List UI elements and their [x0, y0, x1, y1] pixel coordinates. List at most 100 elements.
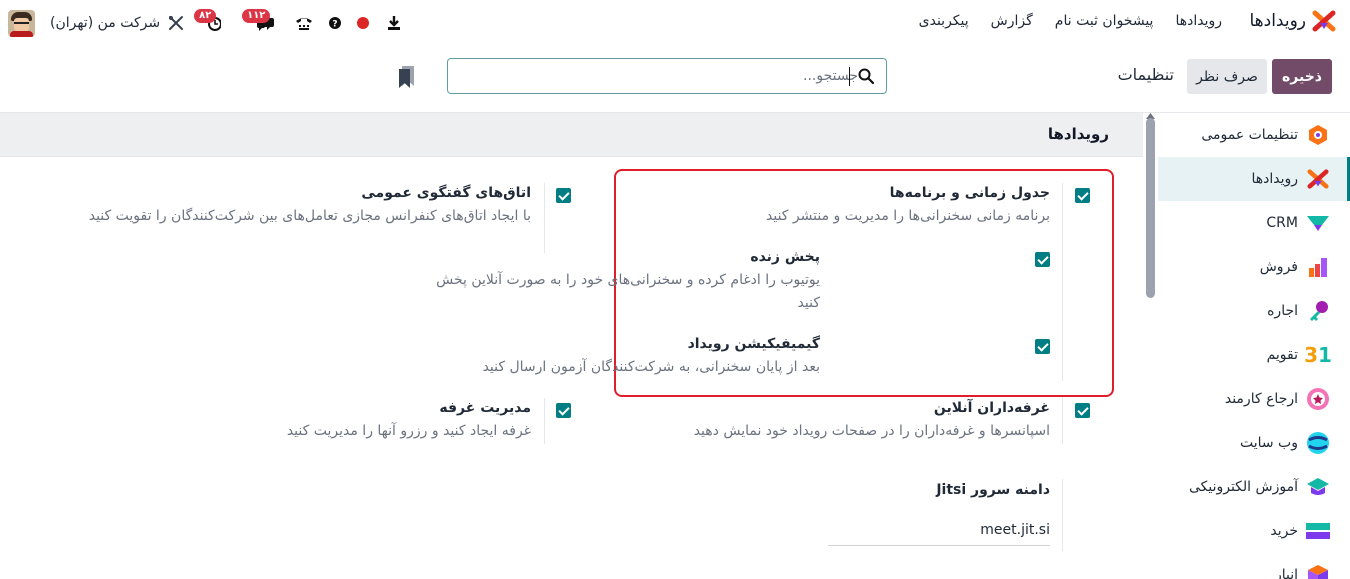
menu-item-registration-desk[interactable]: پیشخوان ثبت نام [1055, 13, 1154, 29]
favorites-bookmark-icon[interactable] [398, 66, 416, 88]
website-icon [1306, 431, 1330, 455]
text-caret [849, 67, 850, 86]
exhibitors-description: اسپانسرها و غرفه‌داران را در صفحات رویدا… [693, 423, 1050, 439]
user-avatar[interactable] [8, 9, 35, 37]
sales-icon [1306, 255, 1330, 279]
purchase-icon [1306, 519, 1330, 543]
sidebar-item-crm[interactable]: CRM [1158, 201, 1350, 245]
chat-rooms-title: اتاق‌های گفتگوی عمومی [361, 185, 531, 201]
jitsi-server-label: دامنه سرور Jitsi [936, 482, 1050, 498]
sidebar-item-label: فروش [1259, 259, 1298, 275]
scrollbar-thumb[interactable] [1146, 118, 1155, 298]
main-menu: رویدادها پیشخوان ثبت نام گزارش پیکربندی [919, 13, 1222, 29]
sidebar-item-label: انبار [1274, 567, 1298, 579]
recording-dot-icon[interactable] [356, 16, 370, 30]
app-brand[interactable]: رویدادها [1249, 9, 1336, 33]
booth-management-description: غرفه ایجاد کنید و رزرو آنها را مدیریت کن… [286, 423, 531, 439]
search-input[interactable] [488, 65, 858, 87]
menu-item-events[interactable]: رویدادها [1175, 13, 1222, 29]
sidebar-item-website[interactable]: وب سایت [1158, 421, 1350, 465]
setting-chat-rooms: اتاق‌های گفتگوی عمومی با ایجاد اتاق‌های … [71, 183, 531, 228]
schedule-title: جدول زمانی و برنامه‌ها [889, 185, 1050, 201]
elearning-icon [1306, 475, 1330, 499]
jitsi-server-input[interactable]: meet.jit.si [980, 522, 1050, 538]
calendar-icon: 31 [1304, 343, 1332, 367]
help-icon[interactable]: ? [328, 16, 342, 30]
sidebar-item-label: رویدادها [1251, 171, 1298, 187]
crm-icon [1306, 211, 1330, 235]
system-tray: شرکت من (تهران) ۸۲ ۱۱۲ ? [6, 8, 402, 38]
booth-management-checkbox[interactable] [556, 403, 571, 418]
sidebar-item-purchase[interactable]: خرید [1158, 509, 1350, 553]
live-broadcast-checkbox[interactable] [1035, 252, 1050, 267]
section-title: رویدادها [1047, 125, 1109, 143]
section-header: رویدادها [0, 113, 1143, 157]
general-settings-icon [1306, 123, 1330, 147]
events-app-icon [1312, 10, 1336, 32]
sidebar-item-inventory[interactable]: انبار [1158, 553, 1350, 579]
sidebar-item-label: خرید [1270, 523, 1298, 539]
gamification-checkbox[interactable] [1035, 339, 1050, 354]
booth-management-title: مدیریت غرفه [439, 400, 531, 416]
activity-badge: ۸۲ [194, 9, 217, 23]
sidebar-item-sales[interactable]: فروش [1158, 245, 1350, 289]
settings-content: رویدادها جدول زمانی و برنامه‌ها برنامه ز… [0, 113, 1143, 579]
setting-divider [1062, 479, 1063, 551]
inventory-icon [1306, 563, 1330, 579]
gamification-description: بعد از پایان سخنرانی، به شرکت‌کنندگان آز… [482, 359, 820, 375]
gamification-title: گیمیفیکیشن رویداد [687, 336, 820, 352]
setting-booth-management: مدیریت غرفه غرفه ایجاد کنید و رزرو آنها … [91, 398, 531, 443]
messages-badge: ۱۱۲ [242, 9, 271, 23]
sidebar-item-calendar[interactable]: تقویم 31 [1158, 333, 1350, 377]
sidebar-item-label: وب سایت [1239, 435, 1298, 451]
top-navbar: رویدادها رویدادها پیشخوان ثبت نام گزارش … [0, 0, 1350, 46]
chat-rooms-checkbox[interactable] [556, 188, 571, 203]
chat-rooms-description: با ایجاد اتاق‌های کنفرانس مجازی تعامل‌ها… [88, 208, 531, 224]
sidebar-item-label: تقویم [1266, 347, 1298, 363]
activity-clock-icon[interactable]: ۸۲ [194, 9, 226, 31]
setting-gamification: گیمیفیکیشن رویداد بعد از پایان سخنرانی، … [410, 334, 820, 379]
company-switcher[interactable]: شرکت من (تهران) [50, 15, 160, 31]
setting-live-broadcast: پخش زنده یوتیوب را ادغام کرده و سخنرانی‌… [410, 247, 820, 315]
app-title[interactable]: رویدادها [1249, 11, 1306, 31]
search-bar [447, 58, 887, 94]
svg-text:?: ? [332, 20, 337, 30]
sidebar-item-employee-referral[interactable]: ارجاع کارمند [1158, 377, 1350, 421]
tools-icon[interactable] [168, 15, 184, 31]
sidebar-item-label: ارجاع کارمند [1224, 391, 1298, 407]
referral-icon [1306, 387, 1330, 411]
sidebar-item-label: تنظیمات عمومی [1201, 127, 1298, 143]
messages-icon[interactable]: ۱۱۲ [242, 9, 280, 31]
setting-divider [544, 183, 545, 253]
menu-item-configuration[interactable]: پیکربندی [919, 13, 969, 29]
setting-divider [544, 398, 545, 444]
events-icon [1306, 167, 1330, 191]
search-icon[interactable] [858, 68, 874, 84]
setting-divider [1062, 183, 1063, 381]
sidebar-item-label: آموزش الکترونیکی [1188, 479, 1298, 495]
sidebar-item-general-settings[interactable]: تنظیمات عمومی [1158, 113, 1350, 157]
schedule-checkbox[interactable] [1075, 188, 1090, 203]
menu-item-reporting[interactable]: گزارش [991, 13, 1033, 29]
rental-icon [1306, 299, 1330, 323]
page-title: تنظیمات [1117, 65, 1174, 84]
schedule-description: برنامه زمانی سخنرانی‌ها را مدیریت و منتش… [766, 208, 1050, 224]
download-icon[interactable] [386, 15, 402, 31]
discard-button[interactable]: صرف نظر [1187, 59, 1267, 94]
exhibitors-checkbox[interactable] [1075, 403, 1090, 418]
setting-exhibitors: غرفه‌داران آنلاین اسپانسرها و غرفه‌داران… [610, 398, 1050, 443]
jitsi-input-underline [828, 545, 1050, 546]
sidebar-item-events[interactable]: رویدادها [1158, 157, 1350, 201]
live-broadcast-description: یوتیوب را ادغام کرده و سخنرانی‌های خود ر… [436, 272, 820, 311]
sidebar-item-elearning[interactable]: آموزش الکترونیکی [1158, 465, 1350, 509]
save-button[interactable]: ذخیره [1272, 59, 1332, 94]
calendar-icon-number: 31 [1304, 343, 1332, 367]
voip-phone-icon[interactable] [294, 15, 314, 31]
setting-schedule: جدول زمانی و برنامه‌ها برنامه زمانی سخنر… [630, 183, 1050, 228]
sidebar-item-label: اجاره [1267, 303, 1298, 319]
live-broadcast-title: پخش زنده [750, 249, 820, 265]
exhibitors-title: غرفه‌داران آنلاین [933, 400, 1050, 416]
settings-sidebar: تنظیمات عمومی رویدادها CRM فروش اجاره تق… [1158, 113, 1350, 579]
sidebar-item-rental[interactable]: اجاره [1158, 289, 1350, 333]
setting-divider [1062, 398, 1063, 444]
